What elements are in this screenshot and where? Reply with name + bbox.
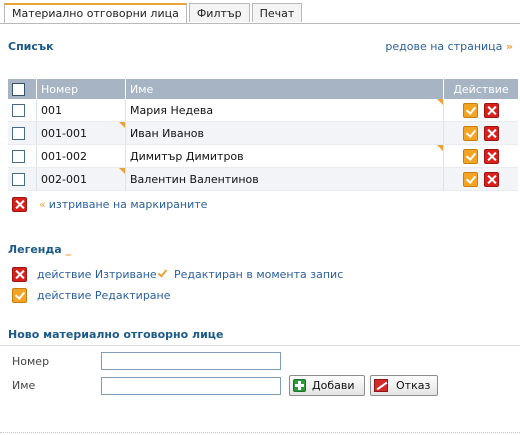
number-label: Номер <box>12 355 50 368</box>
row-number: 001-002 <box>36 144 126 168</box>
row-name: Мария Недева <box>125 99 444 122</box>
row-number: 001-001 <box>36 121 126 145</box>
legend-title-text: Легенда <box>8 243 62 256</box>
row-actions <box>443 121 518 145</box>
row-checkbox[interactable] <box>12 126 25 140</box>
bottom-divider <box>0 432 520 433</box>
legend-title: Легенда _ <box>8 243 71 256</box>
select-all-checkbox[interactable] <box>12 82 25 96</box>
edit-icon[interactable] <box>463 102 478 118</box>
tab-responsible-persons[interactable]: Материално отговорни лица <box>4 3 187 24</box>
row-number-text: 002-001 <box>41 172 87 186</box>
edited-marker-icon <box>437 145 443 151</box>
rows-per-page-label: редове на страница <box>385 40 503 53</box>
row-name: Иван Иванов <box>125 121 444 145</box>
row-actions <box>443 144 518 168</box>
table-row: 002-001 Валентин Валентинов <box>8 167 518 191</box>
delete-icon <box>12 267 27 282</box>
tab-print[interactable]: Печат <box>251 3 303 22</box>
legend-edit: действие Редактиране <box>12 288 171 303</box>
row-select-cell <box>8 167 37 191</box>
row-select-cell <box>8 144 37 168</box>
row-checkbox[interactable] <box>12 172 25 186</box>
add-button-label: Добави <box>312 379 355 392</box>
table-row: 001-001 Иван Иванов <box>8 121 518 145</box>
edited-marker-icon <box>119 168 125 174</box>
new-person-title: Ново материално отговорно лице <box>8 328 224 341</box>
row-name-text: Димитър Димитров <box>130 149 244 163</box>
row-select-cell <box>8 99 37 122</box>
row-actions <box>443 99 518 122</box>
cancel-button[interactable]: Отказ <box>370 375 438 396</box>
edit-icon[interactable] <box>463 171 478 187</box>
delete-icon[interactable] <box>484 171 499 187</box>
cancel-icon <box>374 379 388 392</box>
row-number: 001 <box>36 99 126 122</box>
tab-divider <box>0 23 520 24</box>
row-name: Димитър Димитров <box>125 144 444 168</box>
edit-icon[interactable] <box>463 125 478 141</box>
header-action: Действие <box>443 79 518 99</box>
header-select-cell <box>8 79 37 99</box>
row-checkbox[interactable] <box>12 149 25 163</box>
row-select-cell <box>8 121 37 145</box>
legend-delete-label: действие Изтриване <box>37 268 157 281</box>
plus-icon <box>293 379 306 392</box>
edited-marker-icon <box>437 99 443 105</box>
legend-edit-label: действие Редактиране <box>37 289 171 302</box>
responsible-persons-table: Номер Име Действие 001 Мария Недева 001-… <box>8 79 518 191</box>
row-number: 002-001 <box>36 167 126 191</box>
table-header-row: Номер Име Действие <box>8 79 518 99</box>
delete-marked-icon[interactable] <box>12 197 27 212</box>
name-input[interactable] <box>101 377 281 395</box>
delete-icon[interactable] <box>484 148 499 164</box>
checkmark-icon <box>159 271 166 278</box>
delete-icon[interactable] <box>484 102 499 118</box>
table-row: 001 Мария Недева <box>8 99 518 122</box>
header-number[interactable]: Номер <box>36 79 126 99</box>
cancel-button-label: Отказ <box>396 379 431 392</box>
legend-edited: Редактиран в момента запис <box>159 268 343 281</box>
edit-icon <box>12 288 27 303</box>
add-button[interactable]: Добави <box>289 375 365 396</box>
row-name-text: Мария Недева <box>130 103 214 117</box>
rows-per-page-link[interactable]: редове на страница » <box>385 40 513 53</box>
rows-per-page-arrow: » <box>505 40 513 53</box>
delete-marked-link[interactable]: изтриване на маркираните <box>49 198 208 211</box>
delete-marked-row: « изтриване на маркираните <box>12 197 207 212</box>
edited-marker-icon <box>119 122 125 128</box>
delete-icon[interactable] <box>484 125 499 141</box>
header-name[interactable]: Име <box>125 79 444 99</box>
legend-delete: действие Изтриване <box>12 267 157 282</box>
tab-filter[interactable]: Филтър <box>188 3 250 22</box>
tab-bar: Материално отговорни лица Филтър Печат <box>4 3 303 24</box>
delete-marked-prefix: « <box>39 198 46 211</box>
legend-title-suffix: _ <box>65 243 72 256</box>
table-row: 001-002 Димитър Димитров <box>8 144 518 168</box>
new-person-divider <box>0 345 520 346</box>
row-number-text: 001-001 <box>41 126 87 140</box>
legend-edited-label: Редактиран в момента запис <box>174 268 344 281</box>
row-actions <box>443 167 518 191</box>
number-input[interactable] <box>101 352 281 370</box>
edit-icon[interactable] <box>463 148 478 164</box>
list-title: Списък <box>8 40 54 53</box>
name-label: Име <box>12 379 36 392</box>
row-checkbox[interactable] <box>12 103 25 117</box>
row-name: Валентин Валентинов <box>125 167 444 191</box>
